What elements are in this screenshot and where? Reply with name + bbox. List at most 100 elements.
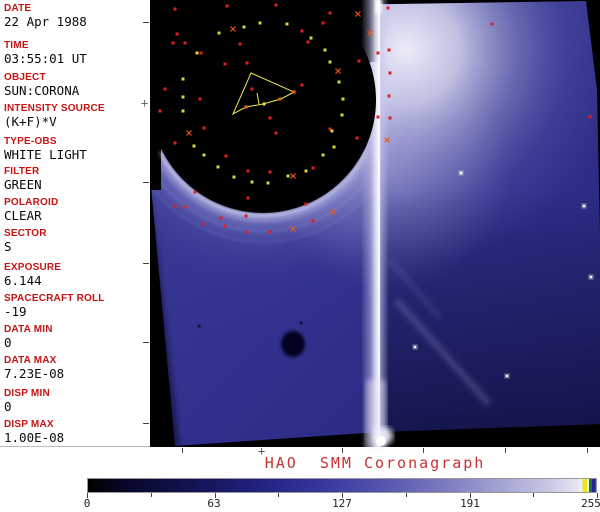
- star-point: [413, 345, 417, 349]
- sidebar-field: DATA MIN 0: [4, 324, 150, 350]
- yellow-dot: [332, 145, 336, 149]
- pointer-vertex-dot: [244, 105, 248, 109]
- red-dot: [173, 204, 177, 208]
- field-label: TIME: [4, 40, 29, 51]
- red-dot: [224, 154, 228, 158]
- bottom-tick: [423, 448, 424, 453]
- red-dot: [376, 51, 380, 55]
- yellow-dot: [195, 51, 199, 55]
- red-dot: [387, 94, 391, 98]
- yellow-dot: [181, 77, 185, 81]
- sidebar-divider: [0, 446, 150, 447]
- red-dot: [306, 40, 310, 44]
- yellow-dot: [250, 180, 254, 184]
- field-value: -19: [4, 304, 27, 319]
- field-label: EXPOSURE: [4, 262, 62, 273]
- yellow-dot: [285, 22, 289, 26]
- dark-speck: [299, 321, 303, 325]
- field-value: CLEAR: [4, 208, 42, 223]
- sidebar-field: OBJECT SUN:CORONA: [4, 72, 150, 98]
- pointer-vertex-dot: [292, 90, 296, 94]
- bottom-tick: [505, 448, 506, 453]
- field-value: 7.23E-08: [4, 366, 65, 381]
- yellow-dot: [341, 97, 345, 101]
- red-dot: [219, 216, 223, 220]
- field-label: POLAROID: [4, 197, 59, 208]
- dust-blob: [281, 331, 305, 357]
- left-tick: [143, 182, 149, 183]
- star-point: [582, 204, 586, 208]
- field-value: 03:55:01 UT: [4, 51, 87, 66]
- red-dot: [175, 32, 179, 36]
- sidebar-field: DISP MAX 1.00E-08: [4, 419, 150, 445]
- red-dot: [198, 97, 202, 101]
- field-value: 6.144: [4, 273, 42, 288]
- red-dot: [238, 42, 242, 46]
- red-dot: [304, 202, 308, 206]
- sidebar-field: EXPOSURE 6.144: [4, 262, 150, 288]
- pylon-streak-core: [377, 0, 381, 447]
- red-dot: [245, 230, 249, 234]
- field-label: DISP MAX: [4, 419, 54, 430]
- field-value: SUN:CORONA: [4, 83, 80, 98]
- field-label: INTENSITY SOURCE: [4, 103, 105, 114]
- colorbar-minor-tick: [533, 493, 535, 497]
- red-dot: [171, 41, 175, 45]
- red-dot: [183, 41, 187, 45]
- yellow-dot: [232, 175, 236, 179]
- yellow-dot: [181, 95, 185, 99]
- yellow-dot: [286, 174, 290, 178]
- sidebar-field: FILTER GREEN: [4, 166, 150, 192]
- red-dot: [225, 4, 229, 8]
- field-value: (K+F)*V: [4, 114, 57, 129]
- colorbar-minor-tick: [278, 493, 280, 497]
- field-label: OBJECT: [4, 72, 46, 83]
- red-dot: [268, 230, 272, 234]
- streak-top-flare: [375, 0, 382, 14]
- red-dot: [268, 170, 272, 174]
- app-window: DATE 22 Apr 1988 TIME 03:55:01 UT OBJECT SUN:…: [0, 0, 600, 512]
- bottom-tick: [182, 448, 183, 453]
- sidebar-field: TIME 03:55:01 UT: [4, 40, 150, 66]
- field-label: FILTER: [4, 166, 40, 177]
- red-dot: [193, 190, 197, 194]
- sidebar-field: DATE 22 Apr 1988: [4, 3, 150, 29]
- image-caption: HAO SMM Coronagraph: [264, 454, 486, 472]
- colorbar-minor-tick: [150, 493, 152, 497]
- yellow-dot: [192, 144, 196, 148]
- yellow-dot: [266, 181, 270, 185]
- yellow-dot: [242, 25, 246, 29]
- bottom-tick: [587, 448, 588, 453]
- red-dot: [386, 6, 390, 10]
- field-label: DISP MIN: [4, 388, 50, 399]
- sidebar-field: INTENSITY SOURCE (K+F)*V: [4, 103, 150, 129]
- red-dot: [311, 166, 315, 170]
- red-dot: [388, 116, 392, 120]
- sidebar-field: DISP MIN 0: [4, 388, 150, 414]
- red-dot: [300, 83, 304, 87]
- field-value: 22 Apr 1988: [4, 14, 87, 29]
- colorbar-tick-label: 0: [83, 497, 91, 510]
- yellow-dot: [321, 153, 325, 157]
- red-dot: [387, 48, 391, 52]
- yellow-dot: [340, 113, 344, 117]
- colorbar-minor-tick: [405, 493, 407, 497]
- red-dot: [490, 22, 494, 26]
- red-dot: [321, 21, 325, 25]
- colorbar: [87, 478, 597, 493]
- sidebar-field: POLAROID CLEAR: [4, 197, 150, 223]
- yellow-dot: [330, 129, 334, 133]
- red-dot: [183, 205, 187, 209]
- colorbar-tick-label: 63: [207, 497, 221, 510]
- red-dot: [245, 61, 249, 65]
- yellow-dot: [304, 169, 308, 173]
- yellow-dot: [217, 31, 221, 35]
- red-dot: [355, 136, 359, 140]
- dark-speck: [197, 324, 201, 328]
- red-dot: [311, 219, 315, 223]
- metadata-sidebar: DATE 22 Apr 1988 TIME 03:55:01 UT OBJECT SUN:…: [0, 0, 150, 447]
- yellow-dot: [181, 109, 185, 113]
- field-value: WHITE LIGHT: [4, 147, 87, 162]
- red-dot: [588, 115, 592, 119]
- red-dot: [246, 169, 250, 173]
